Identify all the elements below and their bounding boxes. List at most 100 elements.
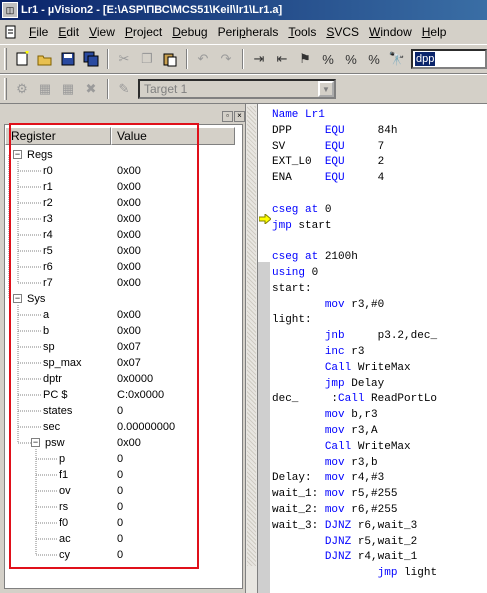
code-token: 2100h [318, 251, 358, 264]
find-combo[interactable]: dpp [411, 49, 487, 69]
menu-item-7[interactable]: SVCS [321, 23, 364, 41]
code-line[interactable]: cseg at 0 [272, 203, 437, 219]
document-icon[interactable] [2, 23, 20, 41]
code-line[interactable]: Delay: mov r4,#3 [272, 471, 437, 487]
code-line[interactable]: jmp start [272, 219, 437, 235]
execution-pointer-icon [259, 214, 271, 224]
copy-icon[interactable]: ❐ [136, 48, 158, 70]
code-line[interactable]: cseg at 2100h [272, 250, 437, 266]
code-line[interactable]: DJNZ r4,wait_1 [272, 550, 437, 566]
stop-build-icon[interactable]: ✖ [80, 78, 102, 100]
code-line[interactable]: mov b,r3 [272, 408, 437, 424]
app-icon[interactable]: ◫ [2, 2, 18, 18]
indent-icon[interactable]: ⇥ [248, 48, 270, 70]
menu-item-3[interactable]: Project [120, 23, 167, 41]
code-line[interactable]: ​ [272, 187, 437, 203]
code-keyword: jmp [324, 377, 345, 390]
prev-bookmark-icon[interactable]: % [317, 48, 339, 70]
code-line[interactable]: using 0 [272, 266, 437, 282]
code-line[interactable]: mov r3,#0 [272, 298, 437, 314]
build-target-icon[interactable]: ▦ [34, 78, 56, 100]
find-input[interactable]: dpp [415, 52, 436, 66]
code-token: r4,wait_1 [351, 551, 418, 564]
code-line[interactable]: Call WriteMax [272, 440, 437, 456]
code-line[interactable]: start: [272, 282, 437, 298]
code-token: SV [272, 140, 325, 153]
code-line[interactable]: SV EQU 7 [272, 140, 437, 156]
code-token: 84h [344, 124, 398, 137]
code-line[interactable]: mov r3,b [272, 456, 437, 472]
rebuild-all-icon[interactable]: ▦ [57, 78, 79, 100]
code-line[interactable]: DJNZ r5,wait_2 [272, 535, 437, 551]
menu-item-8[interactable]: Window [364, 23, 417, 41]
translate-icon[interactable]: ⚙ [11, 78, 33, 100]
next-bookmark-icon[interactable]: % [340, 48, 362, 70]
paste-icon[interactable] [159, 48, 181, 70]
code-line[interactable]: jmp light [272, 566, 437, 582]
scrollbar-thumb[interactable] [247, 106, 256, 566]
editor-gutter[interactable] [258, 104, 272, 593]
bookmark-icon[interactable]: ⚑ [294, 48, 316, 70]
code-line[interactable]: jnb p3.2,dec_ [272, 329, 437, 345]
code-token: 0 [318, 203, 332, 216]
unindent-icon[interactable]: ⇤ [271, 48, 293, 70]
code-line[interactable]: Name Lr1 [272, 108, 437, 124]
panel-splitter-scrollbar[interactable] [245, 104, 257, 593]
save-icon[interactable] [57, 48, 79, 70]
code-token: r5,#255 [344, 488, 398, 501]
save-all-icon[interactable] [80, 48, 102, 70]
code-keyword: inc [324, 345, 345, 358]
code-line[interactable]: mov r3,A [272, 424, 437, 440]
new-file-icon[interactable] [11, 48, 33, 70]
target-select[interactable]: Target 1 ▼ [138, 79, 336, 99]
code-token: 7 [344, 140, 385, 153]
chevron-down-icon[interactable]: ▼ [318, 81, 334, 97]
title-bar: ◫ Lr1 - µVision2 - [E:\ASP\ПВС\MCS51\Kei… [0, 0, 487, 20]
open-folder-icon[interactable] [34, 48, 56, 70]
find-icon[interactable]: 🔭 [386, 48, 408, 70]
code-token: r6,wait_3 [351, 519, 418, 532]
code-token: wait_1: [272, 488, 325, 501]
code-keyword: Call [338, 393, 365, 406]
toolbar-separator [107, 79, 109, 99]
code-line[interactable]: wait_3: DJNZ r6,wait_3 [272, 519, 437, 535]
code-keyword: DJNZ [324, 535, 352, 548]
code-line[interactable]: inc r3 [272, 345, 437, 361]
code-line[interactable]: dec_ :Call ReadPortLo [272, 392, 437, 408]
undo-icon[interactable]: ↶ [192, 48, 214, 70]
menu-item-6[interactable]: Tools [283, 23, 321, 41]
menu-item-2[interactable]: View [84, 23, 120, 41]
menu-item-4[interactable]: Debug [167, 23, 212, 41]
redo-icon[interactable]: ↷ [215, 48, 237, 70]
menu-item-9[interactable]: Help [417, 23, 452, 41]
code-text[interactable]: Name Lr1 DPP EQU 84h SV EQU 7 EXT_L0 EQU 2E… [272, 108, 437, 593]
code-line[interactable]: wait_1: mov r5,#255 [272, 487, 437, 503]
close-icon[interactable]: × [234, 110, 245, 122]
menu-item-5[interactable]: Peripherals [213, 23, 284, 41]
code-token: light [397, 567, 438, 580]
code-line[interactable]: light: [272, 313, 437, 329]
source-editor[interactable]: Name Lr1 DPP EQU 84h SV EQU 7 EXT_L0 EQU 2E… [257, 104, 487, 593]
code-line[interactable]: EXT_L0 EQU 2 [272, 155, 437, 171]
clear-bookmarks-icon[interactable]: % [363, 48, 385, 70]
options-icon[interactable]: ✎ [113, 78, 135, 100]
code-line[interactable]: ENA EQU 4 [272, 171, 437, 187]
code-token: b,r3 [344, 409, 378, 422]
code-keyword: EQU [324, 156, 345, 169]
code-line[interactable]: jmp Delay [272, 377, 437, 393]
code-keyword: mov [324, 424, 345, 437]
cut-icon[interactable]: ✂ [113, 48, 135, 70]
code-line[interactable]: ​ [272, 234, 437, 250]
toolbar-grip[interactable] [4, 78, 7, 100]
menu-item-1[interactable]: Edit [53, 23, 84, 41]
code-line[interactable]: wait_2: mov r6,#255 [272, 503, 437, 519]
restore-icon[interactable]: ▫ [222, 110, 233, 122]
code-line[interactable]: ​ [272, 582, 437, 593]
toolbar-grip[interactable] [4, 48, 7, 70]
menu-item-0[interactable]: File [24, 23, 53, 41]
code-line[interactable]: DPP EQU 84h [272, 124, 437, 140]
code-line[interactable]: Call WriteMax [272, 361, 437, 377]
code-keyword: EQU [324, 124, 345, 137]
